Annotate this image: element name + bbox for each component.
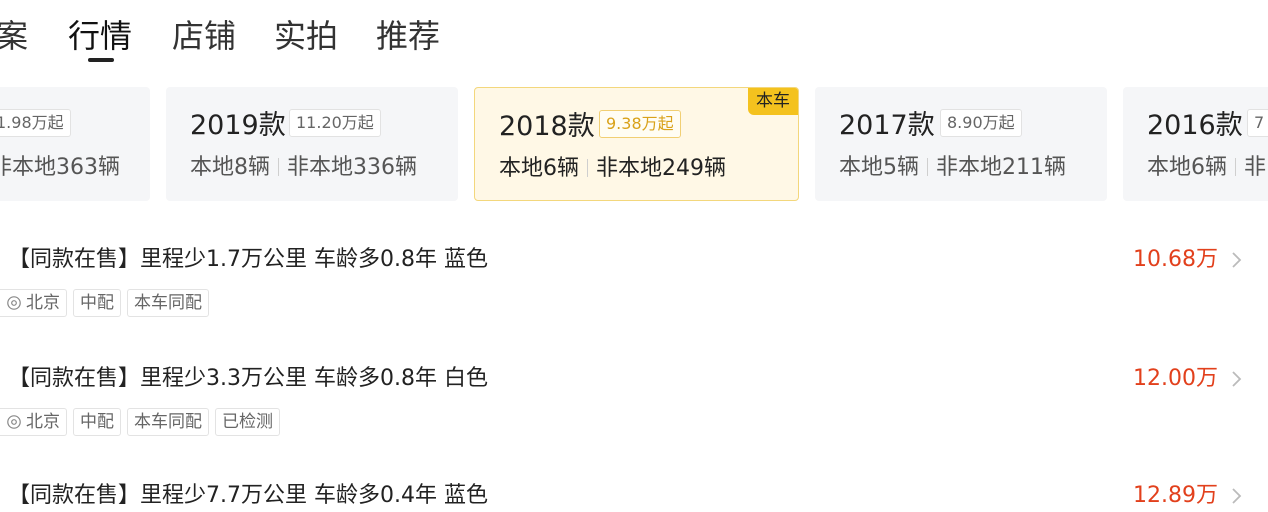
listing-price: 10.68万 xyxy=(1133,247,1218,272)
listing-title: 【同款在售】里程少7.7万公里 车龄多0.4年 蓝色 xyxy=(8,483,488,508)
year-card-year: 2018款 xyxy=(499,111,595,142)
year-card-counts: 本地6辆 非本地249辆 xyxy=(499,156,726,181)
year-card-2018[interactable]: 本车 2018款 9.38万起 本地6辆 非本地249辆 xyxy=(474,87,799,201)
year-card-year: 2016款 xyxy=(1147,110,1243,141)
location-icon xyxy=(7,296,21,310)
listing-price: 12.00万 xyxy=(1133,366,1218,391)
listing-tags: 北京 中配 本车同配 已检测 xyxy=(0,408,280,436)
listing-tag: 本车同配 xyxy=(127,289,209,317)
listing-title: 【同款在售】里程少1.7万公里 车龄多0.8年 蓝色 xyxy=(8,247,488,272)
year-card-price: 1.98万起 xyxy=(0,109,71,137)
tab-photos[interactable]: 实拍 xyxy=(274,14,338,58)
chevron-right-icon xyxy=(1232,252,1242,268)
year-card-2016[interactable]: 2016款 7 本地6辆非 xyxy=(1123,87,1268,201)
year-card-counts: 本地8辆 非本地336辆 xyxy=(190,155,417,180)
year-card-price: 8.90万起 xyxy=(940,109,1022,137)
year-card-year: 2017款 xyxy=(839,110,935,141)
chevron-right-icon xyxy=(1232,488,1242,504)
chevron-right-icon xyxy=(1232,371,1242,387)
tab-shop[interactable]: 店铺 xyxy=(172,14,236,58)
tab-market[interactable]: 行情 xyxy=(68,14,132,58)
tab-recommend[interactable]: 推荐 xyxy=(376,14,440,58)
year-card-2017[interactable]: 2017款 8.90万起 本地5辆 非本地211辆 xyxy=(815,87,1107,201)
year-card-counts: 本地6辆非 xyxy=(1147,155,1267,180)
location-tag: 北京 xyxy=(0,408,67,436)
listing-price: 12.89万 xyxy=(1133,483,1218,508)
year-card-price: 9.38万起 xyxy=(599,110,681,138)
active-tab-indicator xyxy=(88,58,114,62)
listing-tags: 北京 中配 本车同配 xyxy=(0,289,209,317)
current-car-badge: 本车 xyxy=(748,88,798,115)
location-icon xyxy=(7,415,21,429)
year-card-price: 11.20万起 xyxy=(289,109,381,137)
listing-title: 【同款在售】里程少3.3万公里 车龄多0.8年 白色 xyxy=(8,366,488,391)
year-card-2019[interactable]: 2019款 11.20万起 本地8辆 非本地336辆 xyxy=(166,87,458,201)
year-card-2020[interactable]: 1.98万起 非本地363辆 xyxy=(0,87,150,201)
year-card-year: 2019款 xyxy=(190,110,286,141)
listing-tag: 本车同配 xyxy=(127,408,209,436)
year-card-counts: 非本地363辆 xyxy=(0,155,120,180)
year-card-counts: 本地5辆 非本地211辆 xyxy=(839,155,1066,180)
location-tag: 北京 xyxy=(0,289,67,317)
listing-tag: 中配 xyxy=(73,408,121,436)
tab-archive[interactable]: 案 xyxy=(0,14,28,58)
listing-tag: 中配 xyxy=(73,289,121,317)
listing-tag: 已检测 xyxy=(215,408,280,436)
year-card-price: 7 xyxy=(1247,109,1268,137)
